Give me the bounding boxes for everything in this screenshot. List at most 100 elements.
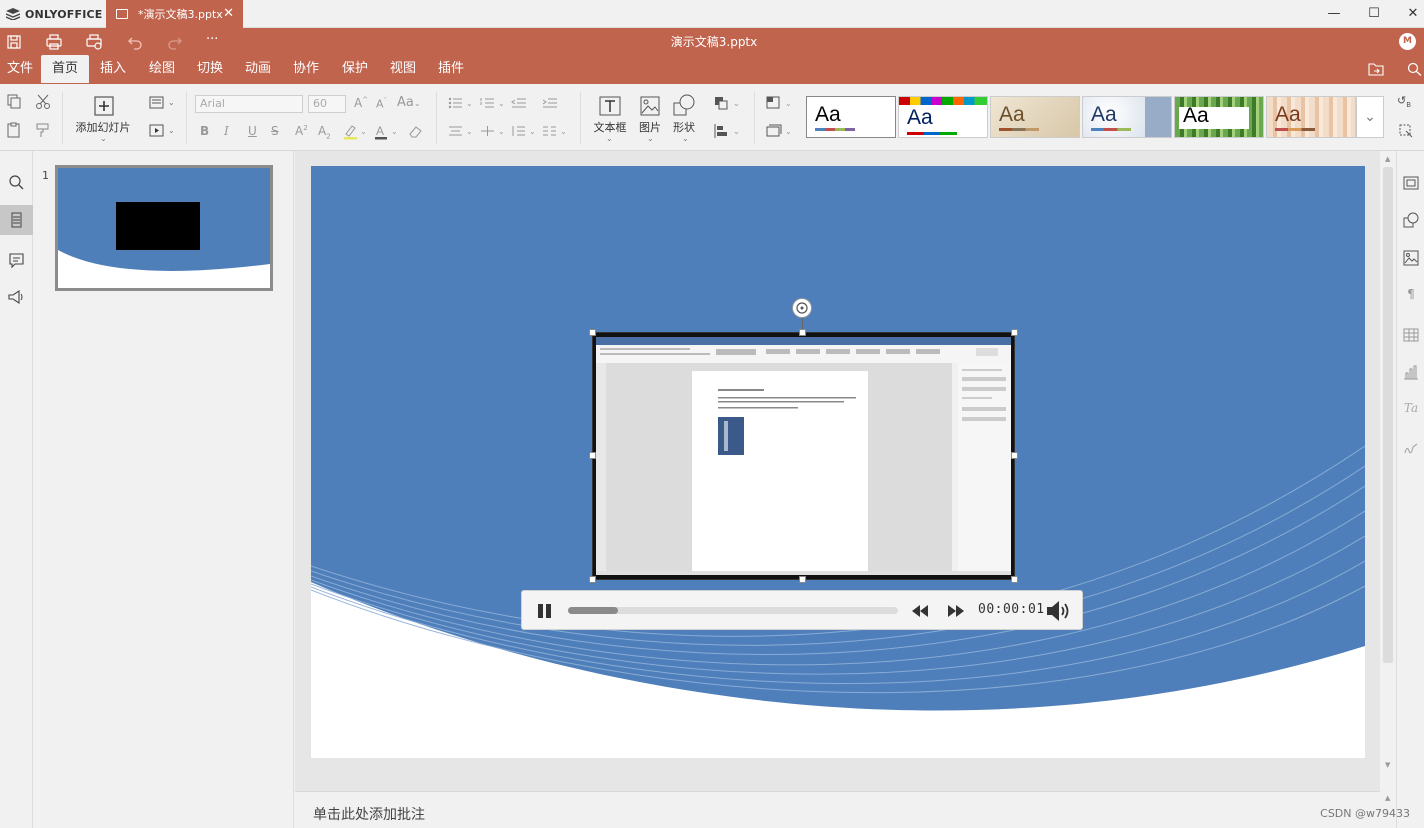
shape-icon[interactable]	[673, 94, 695, 116]
chevron-down-icon[interactable]: ⌄	[100, 134, 107, 143]
font-size-select[interactable]: 60	[308, 95, 346, 113]
shape-settings-icon[interactable]	[1403, 212, 1419, 228]
decrease-font-icon[interactable]: Aˇ	[376, 97, 387, 111]
maximize-button[interactable]: ☐	[1364, 4, 1384, 24]
clear-style-icon[interactable]	[408, 125, 424, 139]
underline-icon[interactable]: U	[248, 124, 257, 138]
resize-handle[interactable]	[1011, 452, 1018, 459]
video-object[interactable]	[592, 332, 1015, 580]
tab-insert[interactable]: 插入	[91, 55, 135, 83]
textart-settings-icon[interactable]: Ta	[1403, 401, 1419, 417]
columns-icon[interactable]: ⌄	[542, 125, 570, 137]
resize-handle[interactable]	[799, 329, 806, 336]
strikethrough-icon[interactable]: S	[271, 124, 279, 138]
chart-settings-icon[interactable]	[1403, 364, 1419, 380]
slideshow-icon[interactable]	[149, 124, 165, 138]
slide-color-icon[interactable]: ⌄	[766, 96, 794, 110]
feedback-icon[interactable]	[0, 283, 33, 311]
chevron-down-icon[interactable]: ⌄	[606, 134, 613, 143]
resize-handle[interactable]	[589, 329, 596, 336]
notes-panel[interactable]: 单击此处添加批注	[295, 791, 1380, 828]
vertical-align-icon[interactable]: ⌄	[480, 125, 508, 137]
image-button[interactable]: 图片	[634, 119, 666, 135]
volume-icon[interactable]	[1045, 599, 1073, 623]
resize-handle[interactable]	[589, 452, 596, 459]
theme-option-peach[interactable]: Aa	[1266, 96, 1356, 138]
superscript-icon[interactable]: A2	[295, 124, 308, 138]
slide-thumbnail[interactable]	[55, 165, 273, 291]
tab-transitions[interactable]: 切换	[188, 55, 232, 83]
rewind-icon[interactable]	[910, 602, 930, 620]
add-slide-button[interactable]: 添加幻灯片	[72, 119, 134, 135]
resize-handle[interactable]	[799, 576, 806, 583]
signature-settings-icon[interactable]	[1403, 441, 1419, 457]
tab-view[interactable]: 视图	[381, 55, 425, 83]
notes-placeholder[interactable]: 单击此处添加批注	[313, 804, 425, 824]
tab-file[interactable]: 文件	[0, 55, 40, 83]
theme-option-parchment[interactable]: Aa	[990, 96, 1080, 138]
cut-icon[interactable]	[35, 94, 51, 110]
close-tab-icon[interactable]: ✕	[223, 6, 234, 21]
search-icon[interactable]	[0, 168, 33, 196]
tab-home[interactable]: 首页	[41, 55, 89, 83]
tab-collaboration[interactable]: 协作	[284, 55, 328, 83]
replace-icon[interactable]: ↺B	[1397, 94, 1411, 109]
textbox-icon[interactable]	[599, 96, 621, 116]
progress-bar[interactable]	[568, 607, 898, 614]
scroll-up-icon[interactable]: ▲	[1385, 794, 1390, 802]
resize-handle[interactable]	[1011, 576, 1018, 583]
scroll-up-icon[interactable]: ▲	[1385, 155, 1390, 163]
copy-icon[interactable]	[6, 94, 22, 110]
decrease-indent-icon[interactable]	[511, 97, 527, 109]
bullets-icon[interactable]: ⌄	[448, 97, 476, 109]
theme-option-blue[interactable]: Aa	[1082, 96, 1172, 138]
tab-draw[interactable]: 绘图	[140, 55, 184, 83]
subscript-icon[interactable]: A2	[318, 124, 331, 140]
rotate-handle[interactable]	[792, 298, 812, 318]
arrange-icon[interactable]: ⌄	[714, 96, 742, 110]
numbering-icon[interactable]: ⌄	[480, 97, 508, 109]
comments-icon[interactable]	[0, 246, 33, 274]
align-objects-icon[interactable]: ⌄	[714, 124, 742, 138]
highlight-color-icon[interactable]: ⌄	[343, 124, 369, 140]
image-settings-icon[interactable]	[1403, 250, 1419, 266]
increase-indent-icon[interactable]	[542, 97, 558, 109]
select-all-icon[interactable]	[1399, 124, 1413, 138]
image-icon[interactable]	[640, 96, 660, 116]
font-name-select[interactable]: Arial	[195, 95, 303, 113]
tab-animation[interactable]: 动画	[236, 55, 280, 83]
tab-plugins[interactable]: 插件	[429, 55, 473, 83]
theme-option-colorful[interactable]: Aa	[898, 96, 988, 138]
header-search-icon[interactable]	[1407, 62, 1423, 76]
tab-protection[interactable]: 保护	[333, 55, 377, 83]
bold-icon[interactable]: B	[200, 124, 209, 138]
forward-icon[interactable]	[946, 602, 966, 620]
textbox-button[interactable]: 文本框	[589, 119, 631, 135]
resize-handle[interactable]	[1011, 329, 1018, 336]
vertical-scrollbar[interactable]: ▲ ▼	[1380, 151, 1396, 775]
chevron-down-icon[interactable]: ⌄	[168, 98, 175, 107]
chevron-down-icon[interactable]: ⌄	[647, 134, 654, 143]
chevron-down-icon[interactable]: ⌄	[682, 134, 689, 143]
paste-icon[interactable]	[6, 122, 22, 138]
document-tab[interactable]: *演示文稿3.pptx ✕	[106, 0, 243, 28]
align-center-icon[interactable]: ⌄	[448, 125, 476, 137]
add-slide-icon[interactable]	[94, 96, 114, 116]
italic-icon[interactable]: I	[224, 124, 229, 138]
shape-button[interactable]: 形状	[668, 119, 700, 135]
font-color-icon[interactable]: A ⌄	[374, 124, 400, 140]
pause-icon[interactable]	[536, 602, 554, 620]
slide-size-icon[interactable]: ⌄	[766, 124, 794, 138]
chevron-down-icon[interactable]: ⌄	[168, 126, 175, 135]
slide-settings-icon[interactable]	[1403, 175, 1419, 191]
format-painter-icon[interactable]	[35, 122, 51, 138]
resize-handle[interactable]	[589, 576, 596, 583]
line-spacing-icon[interactable]: ⌄	[511, 125, 539, 137]
theme-option-green[interactable]: Aa	[1174, 96, 1264, 138]
scrollbar-thumb[interactable]	[1383, 167, 1393, 663]
sidebar-item-slides[interactable]	[0, 205, 33, 235]
scroll-down-icon[interactable]: ▼	[1385, 761, 1390, 769]
themes-more-button[interactable]: ⌄	[1356, 96, 1384, 138]
change-case-icon[interactable]: Aa⌄	[397, 95, 421, 110]
paragraph-settings-icon[interactable]: ¶	[1403, 287, 1419, 303]
